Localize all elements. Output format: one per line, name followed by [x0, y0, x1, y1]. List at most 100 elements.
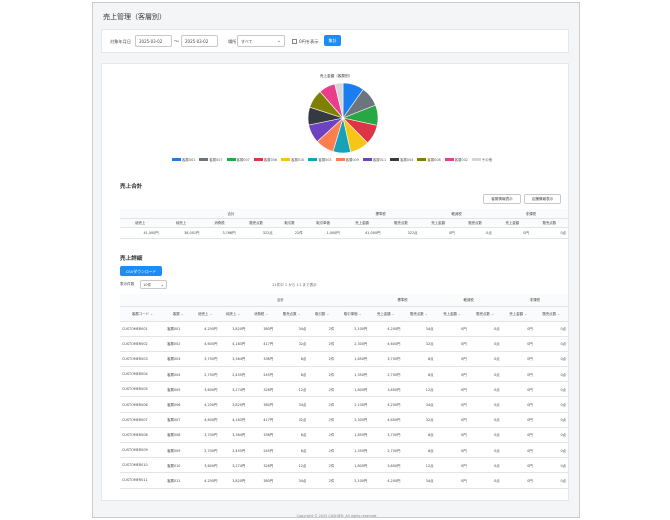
- summary-column-header: 販売点数: [382, 218, 420, 228]
- legend-item[interactable]: 客層004: [390, 157, 413, 162]
- table-cell: 客層005: [165, 381, 192, 398]
- table-cell: 8点: [275, 366, 309, 383]
- app-frame: 売上管理（客層別） 対象年月日 2025-03-02 〜 2025-03-02 …: [92, 2, 580, 518]
- detail-column-header[interactable]: 消費税 ⌄: [247, 306, 276, 322]
- customer-info-button[interactable]: 客層情報表示: [483, 194, 521, 204]
- column-header-label: 売上金額: [509, 312, 523, 316]
- table-cell: 8点: [402, 366, 436, 383]
- table-cell: 32点: [402, 336, 436, 352]
- table-cell: 32点: [275, 412, 309, 428]
- table-cell: 0点: [468, 336, 502, 352]
- detail-column-header[interactable]: 販売点数 ⌄: [402, 306, 436, 322]
- table-cell: 3,364円: [219, 427, 248, 444]
- detail-column-header[interactable]: 総売上 ⌄: [191, 306, 220, 322]
- table-cell: 417円: [247, 336, 276, 352]
- summary-column-header: 取引単価: [304, 218, 342, 228]
- detail-column-header[interactable]: 売上金額 ⌄: [435, 306, 469, 322]
- sort-icon[interactable]: ⌄: [236, 312, 240, 316]
- date-from-input[interactable]: 2025-03-02: [135, 35, 172, 47]
- sort-icon[interactable]: ⌄: [391, 312, 395, 316]
- table-cell: 34点: [402, 321, 436, 337]
- sort-icon[interactable]: ⌄: [490, 312, 494, 316]
- csv-download-button[interactable]: CSVダウンロード: [120, 266, 162, 276]
- table-cell: 0円: [501, 457, 535, 474]
- table-cell: 12点: [402, 457, 436, 474]
- sort-icon[interactable]: ⌄: [208, 312, 213, 316]
- detail-column-header[interactable]: 客層コード ⌄: [120, 306, 166, 322]
- legend-item[interactable]: 客層007: [226, 157, 250, 162]
- table-cell: 客層007: [165, 412, 192, 428]
- detail-column-header[interactable]: 販売点数 ⌄: [275, 306, 309, 322]
- table-cell: 2,300円: [336, 336, 370, 352]
- table-cell: 3,700円: [369, 427, 403, 444]
- table-cell: 2,455円: [219, 442, 248, 459]
- sort-icon[interactable]: ⌄: [457, 312, 461, 316]
- table-cell: 客層006: [165, 396, 192, 413]
- table-cell: CUSTOMER006: [120, 396, 166, 413]
- table-cell: 4,600円: [191, 336, 220, 352]
- aggregate-button[interactable]: 集計: [324, 35, 341, 46]
- column-header-label: 客層: [172, 312, 180, 316]
- zero-yen-checkbox[interactable]: [292, 39, 297, 44]
- table-cell: 2,700円: [191, 442, 220, 459]
- date-to-input[interactable]: 2025-03-02: [181, 35, 218, 47]
- store-info-button[interactable]: 店舗情報表示: [524, 194, 561, 204]
- group-header-standard-tax: 標準税: [369, 294, 436, 307]
- sort-icon[interactable]: ⌄: [357, 312, 362, 316]
- summary-cell: 0点: [456, 227, 494, 239]
- table-cell: 4,200円: [369, 396, 403, 413]
- legend-item[interactable]: 客層007: [199, 157, 223, 162]
- detail-column-header[interactable]: 売上金額 ⌄: [369, 306, 403, 322]
- detail-column-header[interactable]: 客層 ⌄: [165, 306, 192, 322]
- legend-item[interactable]: 客層002: [444, 157, 468, 162]
- legend-item[interactable]: 客層011: [362, 157, 386, 162]
- table-cell: 8点: [275, 442, 309, 459]
- table-cell: 0点: [468, 427, 502, 444]
- table-cell: 2,700円: [369, 442, 403, 459]
- detail-column-header[interactable]: 取引単価 ⌄: [336, 306, 370, 322]
- store-select[interactable]: すべて ⌄: [237, 35, 285, 47]
- legend-item[interactable]: その他: [471, 157, 492, 162]
- page-size-select[interactable]: 10件 ⌄: [140, 280, 167, 289]
- sort-icon[interactable]: ⌄: [424, 312, 428, 316]
- legend-item[interactable]: 客層008: [417, 157, 441, 162]
- legend-item[interactable]: 客層006: [253, 157, 277, 162]
- sort-icon[interactable]: ⌄: [523, 312, 527, 316]
- table-cell: 12点: [275, 457, 309, 474]
- table-cell: 1,800円: [336, 381, 370, 398]
- sort-icon[interactable]: ⌄: [556, 312, 560, 316]
- detail-column-header[interactable]: 売上金額 ⌄: [501, 306, 535, 322]
- legend-item[interactable]: 客層003: [308, 157, 332, 162]
- sort-icon[interactable]: ⌄: [264, 312, 268, 316]
- detail-column-header[interactable]: 販売点数 ⌄: [468, 306, 502, 322]
- column-header-label: 消費税: [254, 312, 265, 316]
- sort-icon[interactable]: ⌄: [296, 312, 301, 316]
- legend-item[interactable]: 客層001: [172, 157, 195, 162]
- detail-column-header[interactable]: 純売上 ⌄: [219, 306, 248, 322]
- table-cell: 34点: [275, 472, 309, 489]
- table-cell: 0点: [534, 442, 568, 459]
- table-cell: 3,700円: [191, 427, 220, 444]
- table-cell: 2件: [308, 472, 337, 489]
- legend-item[interactable]: 客層009: [335, 157, 359, 162]
- detail-section-title: 売上詳細: [120, 256, 143, 262]
- summary-cell: 0点: [530, 227, 568, 239]
- table-row: CUSTOMER007 客層007 4,600円 4,183円 417円 32点 2件 2,3…: [120, 412, 568, 428]
- table-cell: 1,850円: [336, 427, 370, 444]
- table-cell: 2,700円: [191, 366, 220, 383]
- sort-icon[interactable]: ⌄: [325, 312, 329, 316]
- detail-column-header[interactable]: 取引数 ⌄: [308, 306, 337, 322]
- legend-swatch: [444, 158, 454, 161]
- table-cell: 3,700円: [369, 351, 403, 368]
- group-header-total: 合計: [120, 209, 342, 219]
- table-cell: CUSTOMER002: [120, 336, 166, 352]
- detail-column-header[interactable]: 販売点数 ⌄: [534, 306, 568, 322]
- legend-item[interactable]: 客層010: [281, 157, 304, 162]
- store-select-value: すべて: [241, 39, 253, 44]
- table-cell: 4,600円: [369, 412, 403, 428]
- table-row: CUSTOMER011 客層011 4,200円 3,820円 380円 34点 2件 2,1…: [120, 472, 568, 489]
- sort-icon[interactable]: ⌄: [180, 312, 184, 316]
- table-cell: 380円: [247, 472, 276, 489]
- table-cell: 0円: [501, 427, 535, 444]
- sort-icon[interactable]: ⌄: [149, 312, 153, 316]
